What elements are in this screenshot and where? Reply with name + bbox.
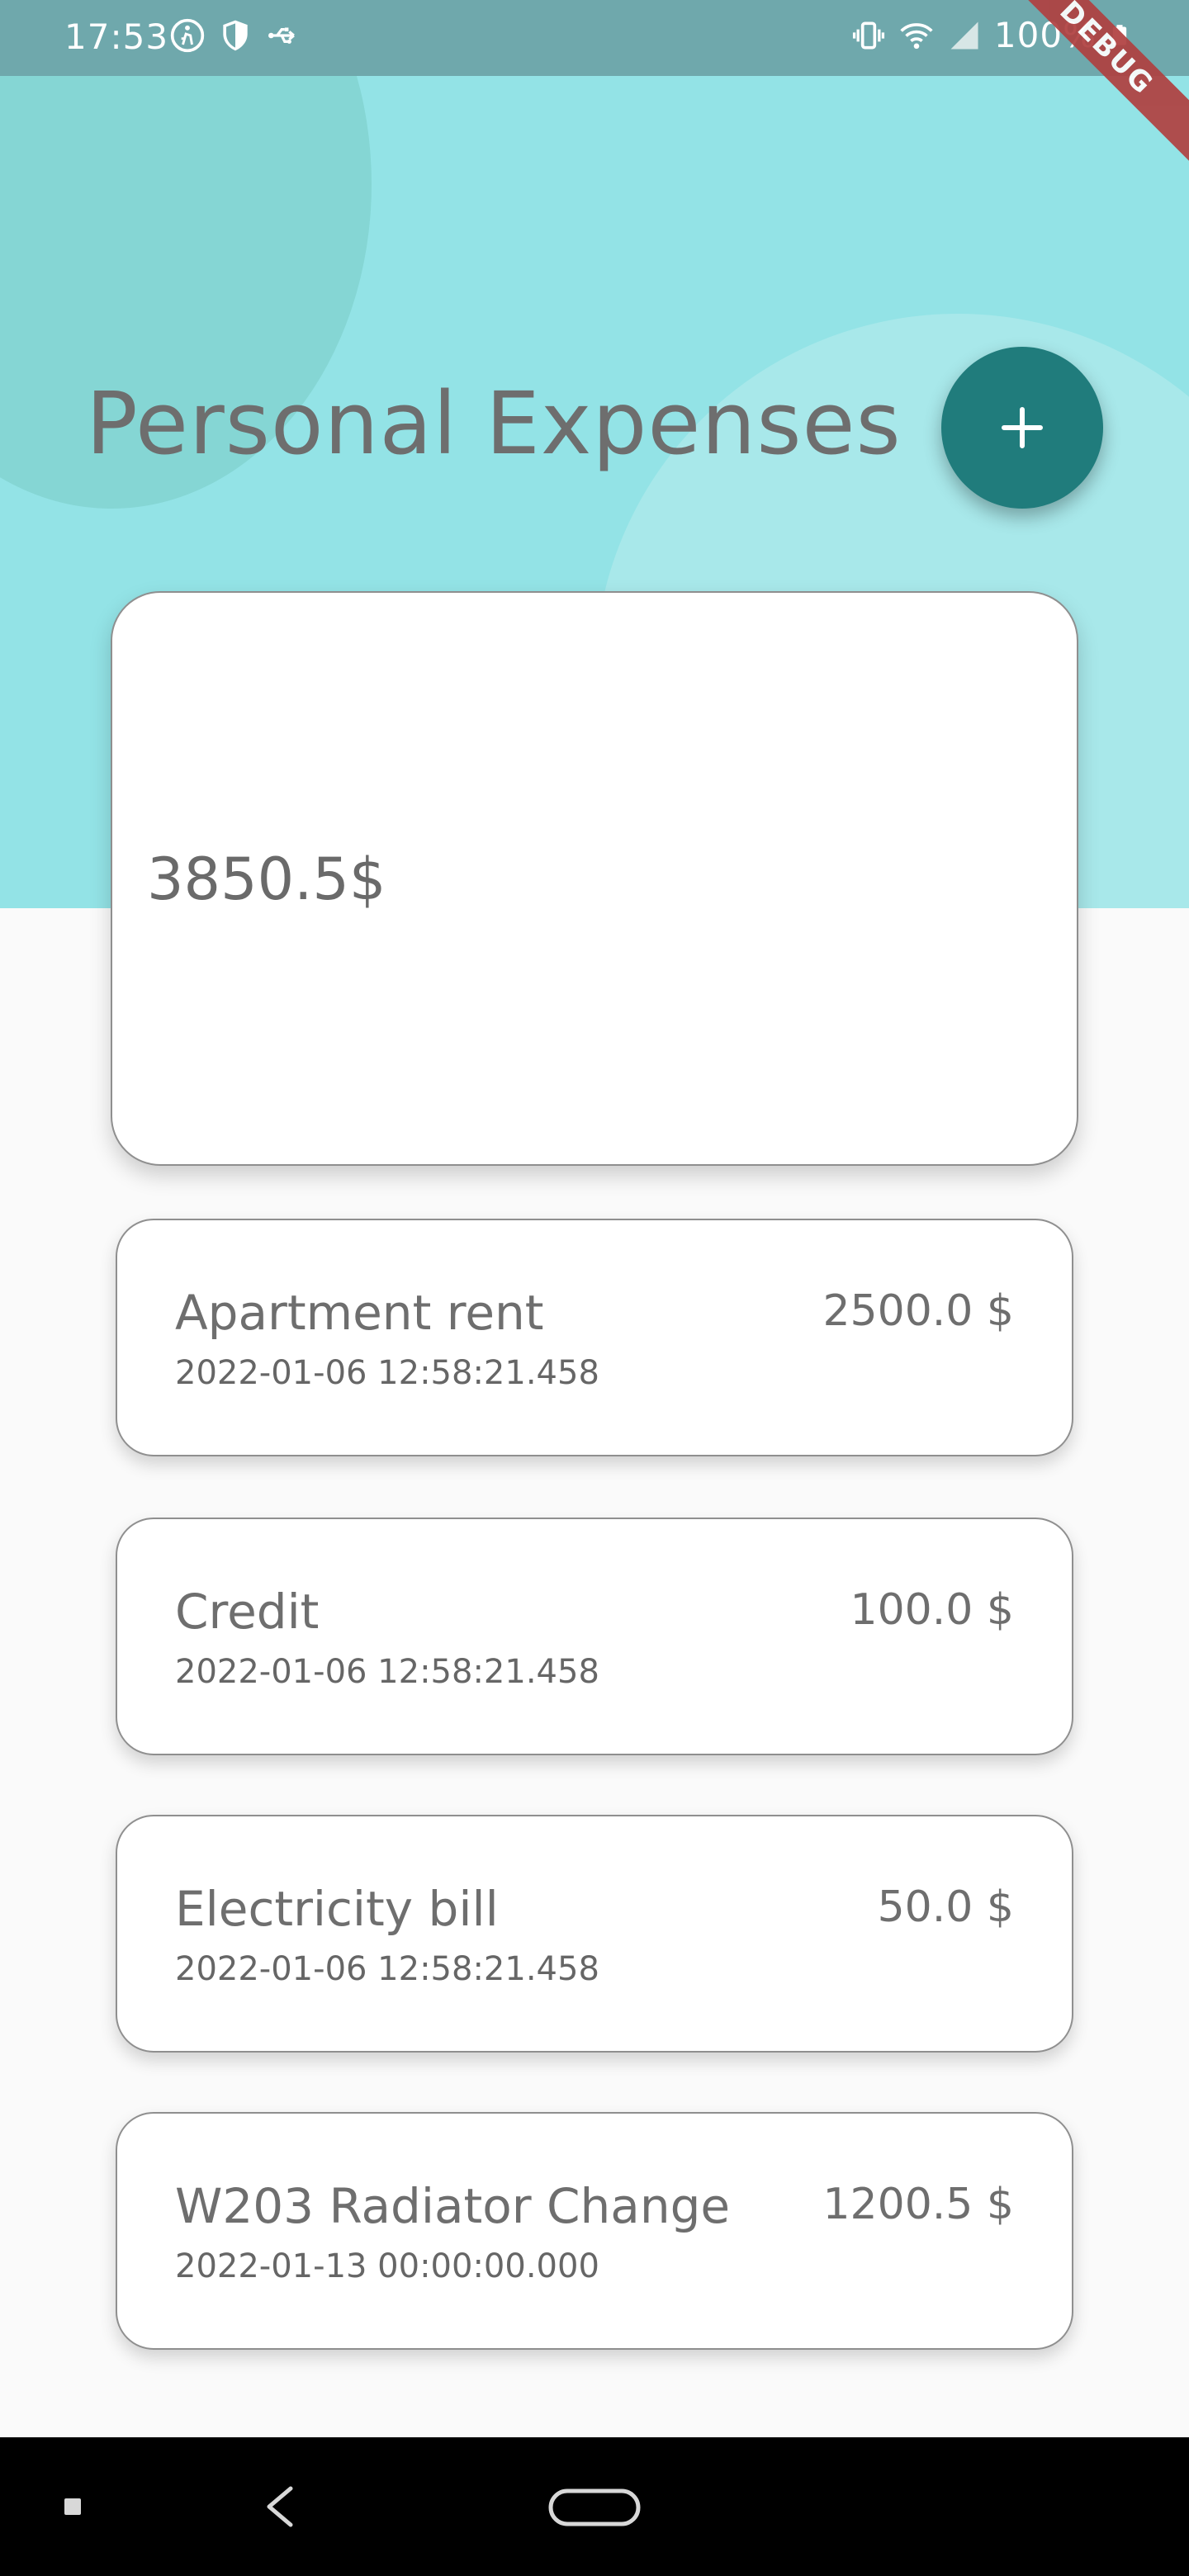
status-bar: 17:53 100% <box>0 0 1189 76</box>
expense-amount: 2500.0 $ <box>822 1286 1014 1336</box>
usb-icon <box>268 27 295 44</box>
wifi-icon <box>900 22 933 49</box>
accessibility-icon <box>170 18 205 53</box>
expense-item[interactable]: Electricity bill 2022-01-06 12:58:21.458… <box>116 1815 1073 2053</box>
signal-icon <box>950 21 978 49</box>
status-time: 17:53 <box>64 17 169 57</box>
expense-item[interactable]: Apartment rent 2022-01-06 12:58:21.458 2… <box>116 1219 1073 1456</box>
expense-name: Credit <box>175 1584 320 1640</box>
vibrate-icon <box>852 21 884 49</box>
home-icon[interactable] <box>548 2488 641 2526</box>
expense-name: W203 Radiator Change <box>175 2178 731 2234</box>
expense-date: 2022-01-06 12:58:21.458 <box>175 1653 599 1691</box>
total-amount: 3850.5$ <box>147 845 386 913</box>
expense-name: Electricity bill <box>175 1881 499 1937</box>
recents-icon[interactable] <box>63 2497 83 2517</box>
expense-date: 2022-01-06 12:58:21.458 <box>175 1950 599 1988</box>
expense-name: Apartment rent <box>175 1285 544 1341</box>
navigation-bar <box>0 2437 1189 2576</box>
expense-item[interactable]: Credit 2022-01-06 12:58:21.458 100.0 $ <box>116 1518 1073 1755</box>
expense-amount: 1200.5 $ <box>822 2180 1014 2229</box>
total-card: 3850.5$ <box>111 591 1078 1166</box>
add-expense-button[interactable] <box>941 347 1103 509</box>
expense-item[interactable]: W203 Radiator Change 2022-01-13 00:00:00… <box>116 2112 1073 2350</box>
page-title: Personal Expenses <box>86 373 902 474</box>
expense-date: 2022-01-06 12:58:21.458 <box>175 1354 599 1392</box>
plus-icon <box>1002 407 1043 448</box>
back-icon[interactable] <box>259 2484 299 2530</box>
shield-icon <box>223 20 248 51</box>
expense-date: 2022-01-13 00:00:00.000 <box>175 2247 599 2285</box>
expense-amount: 100.0 $ <box>850 1585 1014 1635</box>
expense-amount: 50.0 $ <box>877 1882 1014 1932</box>
